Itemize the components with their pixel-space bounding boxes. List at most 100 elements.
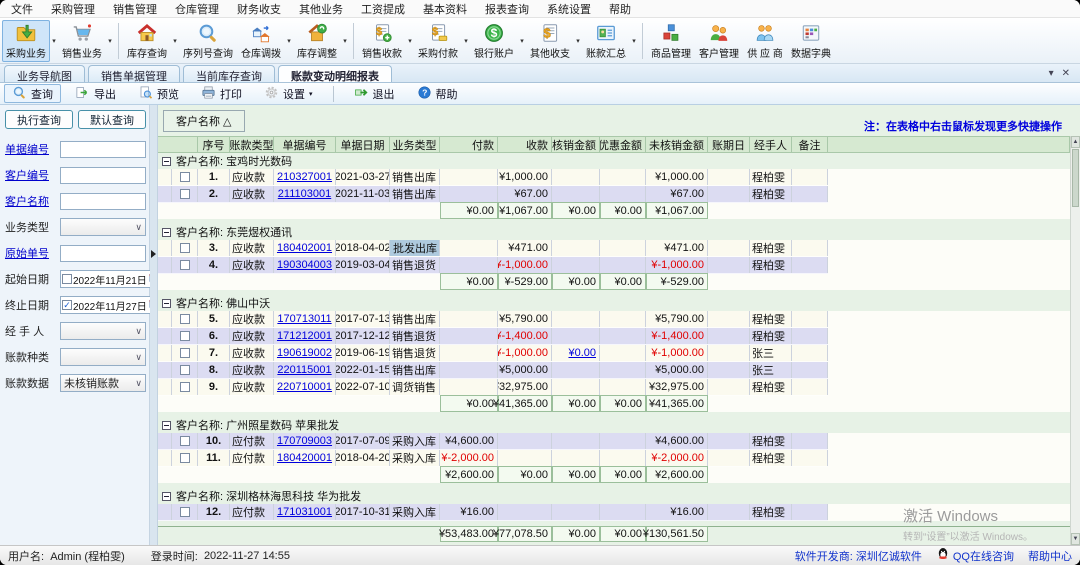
toolbar-dropdown-icon[interactable]: ▾	[630, 20, 638, 62]
menu-item-7[interactable]: 基本资料	[414, 0, 476, 18]
qq-online-link[interactable]: QQ在线咨询	[953, 548, 1014, 564]
header-date[interactable]: 单据日期	[336, 136, 390, 153]
header-pay[interactable]: 付款	[440, 136, 498, 153]
field-label-customer-name[interactable]: 客户名称	[5, 193, 60, 209]
settings-button[interactable]: 设置▾	[256, 84, 321, 103]
doc-number-link[interactable]: 171212001	[277, 330, 332, 342]
toolbar-item-serial-query[interactable]: 序列号查询	[179, 20, 237, 62]
menu-item-0[interactable]: 文件	[2, 0, 42, 18]
row-checkbox[interactable]	[180, 172, 190, 182]
checkbox-checked-icon[interactable]: ✓	[62, 300, 72, 310]
exit-button[interactable]: 退出	[346, 84, 403, 103]
toolbar-item-inventory-adjust[interactable]: 库存调整	[293, 20, 341, 62]
handler-select[interactable]: ∨	[60, 322, 146, 340]
tab-3[interactable]: 账款变动明细报表	[278, 65, 392, 82]
field-label-orig-doc-no[interactable]: 原始单号	[5, 245, 60, 261]
help-button[interactable]: ?帮助	[409, 84, 466, 103]
toolbar-item-sales-business[interactable]: 销售业务	[58, 20, 106, 62]
row-checkbox[interactable]	[180, 507, 190, 517]
toolbar-item-account-summary[interactable]: 账款汇总	[582, 20, 630, 62]
tab-list-dropdown-icon[interactable]: ▾	[1049, 68, 1054, 79]
header-recv[interactable]: 收款	[498, 136, 552, 153]
help-center-link[interactable]: 帮助中心	[1028, 548, 1072, 564]
toolbar-item-warehouse-transfer[interactable]: 仓库调拨	[237, 20, 285, 62]
menu-item-9[interactable]: 系统设置	[538, 0, 600, 18]
doc-number-link[interactable]: 220115001	[277, 364, 331, 376]
customer-no-input[interactable]	[60, 167, 146, 184]
toolbar-item-purchase-business[interactable]: 采购业务	[2, 20, 50, 62]
toolbar-item-product-management[interactable]: 商品管理	[647, 20, 695, 62]
doc-number-link[interactable]: 190304003	[277, 259, 332, 271]
menu-item-5[interactable]: 其他业务	[290, 0, 352, 18]
collapse-group-icon[interactable]	[162, 157, 171, 166]
toolbar-item-bank-account[interactable]: $银行账户	[470, 20, 518, 62]
account-kind-select[interactable]: ∨	[60, 348, 146, 366]
doc-number-link[interactable]: 180420001	[277, 452, 332, 464]
row-checkbox[interactable]	[180, 314, 190, 324]
row-checkbox[interactable]	[180, 348, 190, 358]
developer-link[interactable]: 软件开发商: 深圳亿诚软件	[795, 548, 922, 564]
doc-no-input[interactable]	[60, 141, 146, 158]
header-biz[interactable]: 业务类型	[390, 136, 440, 153]
doc-number-link[interactable]: 211103001	[278, 188, 331, 200]
biz-type-select[interactable]: ∨	[60, 218, 146, 236]
toolbar-item-other-income-expense[interactable]: $其他收支	[526, 20, 574, 62]
row-checkbox[interactable]	[180, 382, 190, 392]
menu-item-1[interactable]: 采购管理	[42, 0, 104, 18]
run-query-button[interactable]: 执行查询	[5, 110, 73, 129]
toolbar-item-data-dictionary[interactable]: 数据字典	[787, 20, 835, 62]
toolbar-dropdown-icon[interactable]: ▾	[341, 20, 349, 62]
header-due[interactable]: 账期日	[708, 136, 750, 153]
writeoff-amount-link[interactable]: ¥0.00	[568, 347, 596, 359]
tab-0[interactable]: 业务导航图	[4, 65, 85, 82]
collapse-group-icon[interactable]	[162, 421, 171, 430]
toolbar-item-sales-receipt[interactable]: $销售收款	[358, 20, 406, 62]
toolbar-dropdown-icon[interactable]: ▾	[462, 20, 470, 62]
doc-number-link[interactable]: 171031001	[277, 506, 332, 518]
account-data-select[interactable]: 未核销账款∨	[60, 374, 146, 392]
default-query-button[interactable]: 默认查询	[78, 110, 146, 129]
customer-name-input[interactable]	[60, 193, 146, 210]
toolbar-dropdown-icon[interactable]: ▾	[50, 20, 58, 62]
header-doc[interactable]: 单据编号	[274, 136, 336, 153]
toolbar-item-supplier[interactable]: 供 应 商	[743, 20, 787, 62]
menu-item-3[interactable]: 仓库管理	[166, 0, 228, 18]
orig-doc-no-input[interactable]	[60, 245, 146, 262]
toolbar-dropdown-icon[interactable]: ▾	[106, 20, 114, 62]
header-type[interactable]: 账款类型	[230, 136, 274, 153]
menu-item-2[interactable]: 销售管理	[104, 0, 166, 18]
checkbox-unchecked-icon[interactable]	[62, 274, 72, 284]
toolbar-dropdown-icon[interactable]: ▾	[574, 20, 582, 62]
row-checkbox[interactable]	[180, 365, 190, 375]
doc-number-link[interactable]: 170709003	[277, 435, 332, 447]
menu-item-6[interactable]: 工资提成	[352, 0, 414, 18]
tab-close-icon[interactable]: ✕	[1062, 68, 1070, 79]
menu-item-4[interactable]: 财务收支	[228, 0, 290, 18]
header-writeoff[interactable]: 核销金额	[552, 136, 600, 153]
group-by-chip-customer-name[interactable]: 客户名称 △	[163, 110, 245, 132]
menu-item-10[interactable]: 帮助	[600, 0, 640, 18]
doc-number-link[interactable]: 190619002	[277, 347, 332, 359]
header-discount[interactable]: 优惠金额	[600, 136, 646, 153]
menu-item-8[interactable]: 报表查询	[476, 0, 538, 18]
toolbar-item-inventory-query[interactable]: 库存查询	[123, 20, 171, 62]
field-label-customer-no[interactable]: 客户编号	[5, 167, 60, 183]
query-button[interactable]: 查询	[4, 84, 61, 103]
header-handler[interactable]: 经手人	[750, 136, 792, 153]
row-checkbox[interactable]	[180, 189, 190, 199]
row-checkbox[interactable]	[180, 260, 190, 270]
toolbar-item-customer-management[interactable]: 客户管理	[695, 20, 743, 62]
toolbar-dropdown-icon[interactable]: ▾	[406, 20, 414, 62]
toolbar-dropdown-icon[interactable]: ▾	[171, 20, 179, 62]
doc-number-link[interactable]: 170713011	[277, 313, 331, 325]
doc-number-link[interactable]: 210327001	[277, 171, 332, 183]
header-no[interactable]: 序号	[198, 136, 230, 153]
toolbar-item-purchase-payment[interactable]: $采购付款	[414, 20, 462, 62]
vertical-scrollbar[interactable]: ▲ ▼	[1070, 136, 1080, 545]
tab-1[interactable]: 销售单据管理	[88, 65, 180, 82]
collapse-group-icon[interactable]	[162, 299, 171, 308]
header-unwritten[interactable]: 未核销金额	[646, 136, 708, 153]
scrollbar-thumb[interactable]	[1072, 149, 1079, 207]
collapse-group-icon[interactable]	[162, 228, 171, 237]
header-note[interactable]: 备注	[792, 136, 828, 153]
